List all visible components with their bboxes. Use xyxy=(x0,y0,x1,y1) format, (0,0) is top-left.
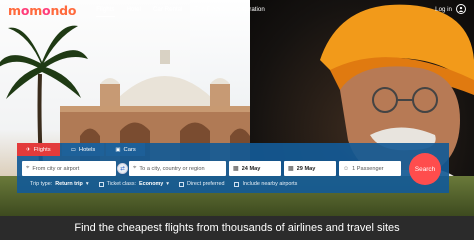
depart-date-field[interactable]: ▦ 24 May xyxy=(229,161,281,176)
tab-cars[interactable]: ▣ Cars xyxy=(106,143,145,156)
search-tabs: ✈ Flights ▭ Hotels ▣ Cars xyxy=(17,143,145,156)
tagline: Find the cheapest flights from thousands… xyxy=(74,222,400,234)
trip-type-value: Return trip xyxy=(55,181,83,187)
plane-icon: ✈ xyxy=(26,146,31,153)
login-link[interactable]: Log in xyxy=(435,4,466,14)
direct-preferred-checkbox[interactable]: Direct preferred xyxy=(179,181,224,187)
ticket-class-select[interactable]: Ticket class: Economy ▾ xyxy=(98,181,170,187)
car-icon: ▣ xyxy=(115,146,121,153)
depart-date: 24 May xyxy=(241,165,261,172)
bed-icon: ▭ xyxy=(70,146,76,153)
tab-hotels[interactable]: ▭ Hotels xyxy=(61,143,105,156)
checkbox-icon xyxy=(179,181,185,187)
logo-letter: ndo xyxy=(50,2,77,18)
tab-label: Cars xyxy=(123,146,136,153)
checkbox-icon xyxy=(234,181,240,187)
direct-label: Direct preferred xyxy=(187,181,225,187)
top-navigation: momondo Flights Hotel Car Rental Trip Fi… xyxy=(0,0,474,20)
ticket-class-label: Ticket class: xyxy=(106,181,137,187)
origin-field[interactable]: ⌖ From city or airport xyxy=(22,161,116,176)
return-date: 29 May xyxy=(296,165,316,172)
logo-letter: o xyxy=(20,2,30,18)
calendar-icon: ▦ xyxy=(288,166,294,172)
tagline-bar: Find the cheapest flights from thousands… xyxy=(0,216,474,240)
nearby-label: Include nearby airports xyxy=(242,181,298,187)
trip-type-label: Trip type: xyxy=(30,181,53,187)
search-button[interactable]: Search xyxy=(409,153,441,185)
location-icon: ⌖ xyxy=(26,165,30,171)
tab-flights[interactable]: ✈ Flights xyxy=(17,143,60,156)
tab-label: Flights xyxy=(33,146,51,153)
user-icon xyxy=(456,4,466,14)
main-nav: Flights Hotel Car Rental Trip Finder Ins… xyxy=(90,0,271,20)
calendar-icon: ▦ xyxy=(233,166,239,172)
search-options: Trip type: Return trip ▾ Ticket class: E… xyxy=(30,181,297,187)
nav-inspiration[interactable]: Inspiration xyxy=(230,0,271,20)
chevron-down-icon: ▾ xyxy=(85,181,89,187)
ticket-class-value: Economy xyxy=(139,181,164,187)
passenger-count: 1 Passenger xyxy=(352,165,384,172)
nav-flights[interactable]: Flights xyxy=(90,0,120,20)
nav-trip-finder[interactable]: Trip Finder xyxy=(189,0,231,20)
chevron-down-icon: ▾ xyxy=(166,181,170,187)
logo-letter: m xyxy=(29,2,43,18)
tab-label: Hotels xyxy=(78,146,96,153)
logo-letter: m xyxy=(8,2,21,18)
nav-hotel[interactable]: Hotel xyxy=(121,0,147,20)
origin-placeholder: From city or airport xyxy=(32,165,80,172)
nearby-airports-checkbox[interactable]: Include nearby airports xyxy=(234,181,297,187)
return-date-field[interactable]: ▦ 29 May xyxy=(284,161,336,176)
nav-car-rental[interactable]: Car Rental xyxy=(147,0,189,20)
person-icon: ☺ xyxy=(343,165,350,172)
momondo-logo[interactable]: momondo xyxy=(8,3,76,18)
login-label: Log in xyxy=(435,5,452,13)
location-icon: ⌖ xyxy=(133,165,137,171)
ticket-icon xyxy=(98,181,104,187)
trip-type-select[interactable]: Trip type: Return trip ▾ xyxy=(30,181,89,187)
destination-placeholder: To a city, country or region xyxy=(139,165,205,172)
destination-field[interactable]: ⌖ To a city, country or region xyxy=(129,161,226,176)
passenger-field[interactable]: ☺ 1 Passenger xyxy=(339,161,401,176)
swap-icon[interactable]: ⇄ xyxy=(117,163,128,174)
